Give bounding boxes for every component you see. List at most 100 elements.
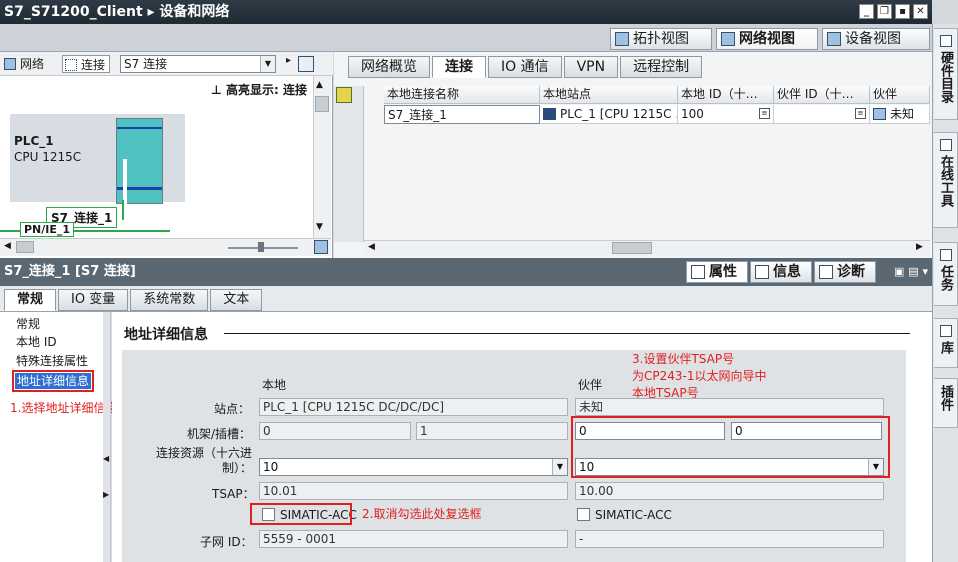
collapse-left-icon[interactable]: ◀	[103, 454, 109, 463]
tab-tasks[interactable]: 任务	[934, 242, 958, 306]
scroll-right-icon[interactable]: ▶	[916, 242, 923, 252]
network-icon	[721, 32, 735, 46]
local-connection-resource-select[interactable]: 10 ▼	[259, 458, 568, 476]
scroll-thumb[interactable]	[16, 241, 34, 253]
column-partner-label: 伙伴	[578, 378, 603, 392]
section-divider	[224, 333, 910, 334]
tab-vpn[interactable]: VPN	[563, 56, 619, 78]
zoom-slider-handle[interactable]	[258, 242, 264, 252]
annotation-step1: 1.选择地址详细信息	[10, 401, 118, 415]
close-icon[interactable]: ✕	[913, 4, 928, 19]
tab-system-constants[interactable]: 系统常数	[130, 289, 209, 311]
list-icon[interactable]: ≡	[855, 108, 866, 119]
column-local-label: 本地	[262, 378, 287, 392]
connection-type-select[interactable]: S7 连接 ▼	[120, 55, 276, 73]
tab-io-communication[interactable]: IO 通信	[488, 56, 562, 78]
connection-status-icon	[336, 87, 352, 103]
list-icon[interactable]: ≡	[759, 108, 770, 119]
scroll-thumb[interactable]	[612, 242, 652, 254]
overview-tabs: 网络概览 连接 IO 通信 VPN 远程控制	[348, 56, 703, 78]
annotation-step3-line2: 为CP243-1以太网向导中	[632, 369, 767, 383]
partner-station-field: 未知	[575, 398, 884, 416]
tab-io-tags[interactable]: IO 变量	[58, 289, 129, 311]
tab-properties[interactable]: 属性	[686, 261, 749, 283]
topology-icon	[615, 32, 629, 46]
overview-icon[interactable]	[298, 56, 314, 72]
expand-right-icon[interactable]: ▶	[103, 490, 109, 499]
tab-library[interactable]: 库	[934, 318, 958, 368]
topology-view-button[interactable]: 拓扑视图	[610, 28, 712, 50]
network-view-button[interactable]: 网络视图	[716, 28, 818, 50]
restore-icon[interactable]: ❐	[877, 4, 892, 19]
highlight-label: ⊥ 高亮显示: 连接	[210, 83, 307, 97]
column-header[interactable]: 本地 ID（十…	[678, 86, 774, 104]
plc-cpu-type: CPU 1215C	[14, 150, 82, 164]
cell-connection-name[interactable]: S7_连接_1	[384, 105, 540, 124]
device-view-button[interactable]: 设备视图	[822, 28, 930, 50]
cell-partner[interactable]: 未知	[870, 105, 930, 124]
tab-online-tools[interactable]: 在线工具	[934, 132, 958, 228]
breadcrumb: 设备和网络	[159, 4, 230, 20]
cell-local-station[interactable]: PLC_1 [CPU 1215C …	[540, 105, 678, 124]
column-header[interactable]: 本地连接名称	[384, 86, 540, 104]
tab-info[interactable]: 信息	[750, 261, 813, 283]
scroll-left-icon[interactable]: ◀	[368, 242, 375, 252]
table-row-gutter	[334, 86, 364, 242]
tab-hardware-catalog[interactable]: 硬件目录	[934, 28, 958, 120]
tab-texts[interactable]: 文本	[210, 289, 263, 311]
column-header[interactable]: 伙伴	[870, 86, 930, 104]
horizontal-scrollbar[interactable]: ◀	[0, 238, 331, 256]
horizontal-scrollbar[interactable]: ◀ ▶	[364, 240, 930, 256]
nav-item-special-properties[interactable]: 特殊连接属性	[16, 353, 88, 369]
partner-tsap-field: 10.00	[575, 482, 884, 500]
breadcrumb-chevron-icon: ▸	[147, 4, 160, 20]
annotation-step3-line1: 3.设置伙伴TSAP号	[632, 352, 735, 366]
minimize-icon[interactable]: _	[859, 4, 874, 19]
cell-local-id[interactable]: 100 ≡	[678, 105, 774, 124]
tab-remote-control[interactable]: 远程控制	[620, 56, 703, 78]
properties-icon	[691, 265, 706, 279]
window-title-bar: S7_S71200_Client ▸ 设备和网络 _ ❐ ▪ ✕	[0, 0, 932, 24]
annotation-box-nav	[12, 370, 94, 392]
scroll-down-icon[interactable]: ▼	[316, 222, 323, 232]
panel-controls-icon[interactable]: ▣ ▤ ▾	[894, 261, 928, 283]
library-icon	[939, 325, 952, 337]
tab-network-overview[interactable]: 网络概览	[348, 56, 430, 78]
nav-item-general[interactable]: 常规	[16, 316, 40, 332]
plc-module-graphic[interactable]	[116, 118, 163, 205]
unknown-device-icon	[873, 108, 886, 120]
column-header[interactable]: 本地站点	[540, 86, 678, 104]
cell-partner-id[interactable]: ≡	[774, 105, 870, 124]
nav-splitter[interactable]: ◀ ▶	[103, 312, 111, 562]
column-header[interactable]: 伙伴 ID（十…	[774, 86, 870, 104]
view-switcher-bar: 拓扑视图 网络视图 设备视图	[0, 24, 932, 52]
scroll-thumb[interactable]	[315, 96, 329, 112]
online-tools-icon	[939, 139, 952, 151]
partner-simatic-acc-checkbox[interactable]: SIMATIC-ACC	[577, 507, 672, 523]
tab-connections[interactable]: 连接	[432, 56, 486, 78]
tab-general[interactable]: 常规	[4, 289, 57, 311]
connections-table: 本地连接名称 本地站点 本地 ID（十… 伙伴 ID（十… 伙伴 S7_连接_1…	[364, 86, 930, 242]
tab-plugins[interactable]: 插件	[934, 378, 958, 428]
scroll-left-icon[interactable]: ◀	[4, 241, 11, 251]
partner-subnet-id-field: -	[575, 530, 884, 548]
maximize-icon[interactable]: ▪	[895, 4, 910, 19]
plc-icon	[543, 108, 556, 120]
station-label: 站点：	[214, 402, 251, 416]
chevron-right-icon[interactable]: ▸	[286, 55, 291, 66]
nav-item-local-id[interactable]: 本地 ID	[16, 334, 57, 350]
local-rack-field: 0	[259, 422, 411, 440]
device-icon	[827, 32, 841, 46]
connections-mode-button[interactable]: 连接	[62, 55, 111, 73]
subnet-label[interactable]: PN/IE_1	[20, 222, 75, 237]
diagnostics-icon	[819, 265, 834, 279]
network-overview-pane: 网络概览 连接 IO 通信 VPN 远程控制 本地连接名称 本地站点 本地 ID…	[334, 52, 932, 258]
scroll-up-icon[interactable]: ▲	[316, 80, 323, 90]
network-mode-button[interactable]: 网络	[2, 55, 44, 73]
zoom-fit-icon[interactable]	[314, 240, 328, 254]
tab-diagnostics[interactable]: 诊断	[814, 261, 877, 283]
checkbox-icon[interactable]	[577, 508, 590, 521]
vertical-scrollbar[interactable]: ▲ ▼	[313, 76, 331, 252]
tasks-icon	[939, 249, 952, 261]
project-title: S7_S71200_Client	[4, 4, 143, 20]
